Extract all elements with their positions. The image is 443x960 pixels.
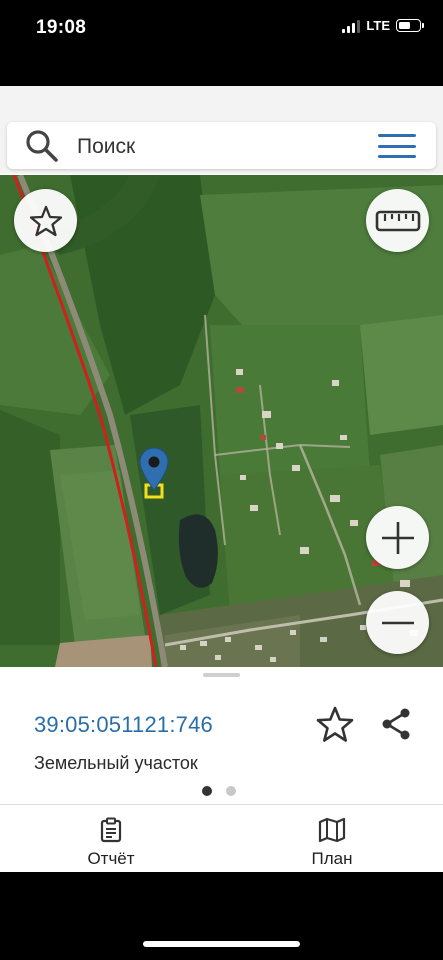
satellite-map[interactable] bbox=[0, 175, 443, 667]
parcel-info-sheet[interactable]: 39:05:051121:746 Земельный участок Отчёт… bbox=[0, 667, 443, 872]
tab-plan[interactable]: План bbox=[257, 805, 407, 872]
home-indicator[interactable] bbox=[143, 941, 300, 947]
map-icon bbox=[318, 817, 346, 843]
battery-level bbox=[398, 21, 410, 29]
ruler-button[interactable] bbox=[366, 189, 429, 252]
page-indicator bbox=[202, 786, 236, 796]
top-bar: Поиск bbox=[0, 86, 443, 174]
minus-icon bbox=[381, 621, 414, 624]
page-dot[interactable] bbox=[226, 786, 236, 796]
page-dot-active[interactable] bbox=[202, 786, 212, 796]
status-indicators: LTE bbox=[342, 18, 424, 33]
cadastral-number[interactable]: 39:05:051121:746 bbox=[34, 712, 213, 738]
search-input[interactable]: Поиск bbox=[77, 135, 135, 159]
star-icon bbox=[29, 205, 62, 236]
zoom-out-button[interactable] bbox=[366, 591, 429, 654]
signal-icon bbox=[342, 19, 361, 33]
network-type: LTE bbox=[366, 18, 390, 33]
battery-icon bbox=[396, 19, 424, 32]
bottom-tab-bar: Отчёт План bbox=[0, 804, 443, 872]
tab-report-label: Отчёт bbox=[87, 849, 135, 868]
share-icon[interactable] bbox=[378, 706, 414, 742]
hamburger-menu-icon[interactable] bbox=[378, 134, 416, 158]
favorite-map-button[interactable] bbox=[14, 189, 77, 252]
location-pin-icon[interactable] bbox=[139, 447, 169, 491]
status-bar: 19:08 LTE bbox=[0, 0, 443, 56]
tab-plan-label: План bbox=[311, 849, 353, 868]
tab-report[interactable]: Отчёт bbox=[36, 805, 186, 872]
search-bar[interactable]: Поиск bbox=[7, 122, 436, 169]
clipboard-icon bbox=[100, 817, 122, 843]
plus-icon bbox=[381, 521, 414, 554]
sheet-drag-handle[interactable] bbox=[203, 673, 240, 677]
zoom-in-button[interactable] bbox=[366, 506, 429, 569]
ruler-icon bbox=[375, 210, 420, 231]
search-icon bbox=[26, 130, 58, 162]
app-window: Поиск 39:05:051121:746 Земельный участок… bbox=[0, 86, 443, 872]
status-time: 19:08 bbox=[36, 17, 87, 38]
map-imagery bbox=[0, 175, 443, 667]
parcel-type: Земельный участок bbox=[34, 753, 198, 773]
favorite-star-icon[interactable] bbox=[315, 705, 355, 745]
phone-screen: 19:08 LTE Поиск 39:05:051121:746 Земельн… bbox=[0, 0, 443, 960]
